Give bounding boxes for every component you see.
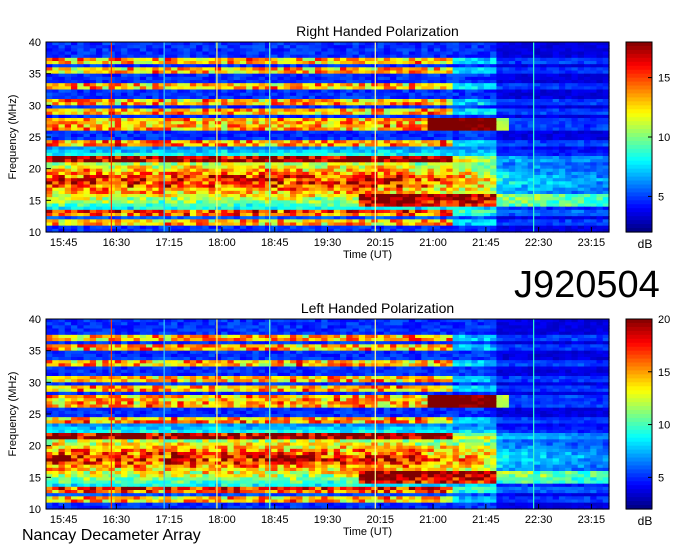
heatmap-cells [46,42,610,233]
spectrum-panel-1: Right Handed Polarization101520253035401… [7,23,670,261]
